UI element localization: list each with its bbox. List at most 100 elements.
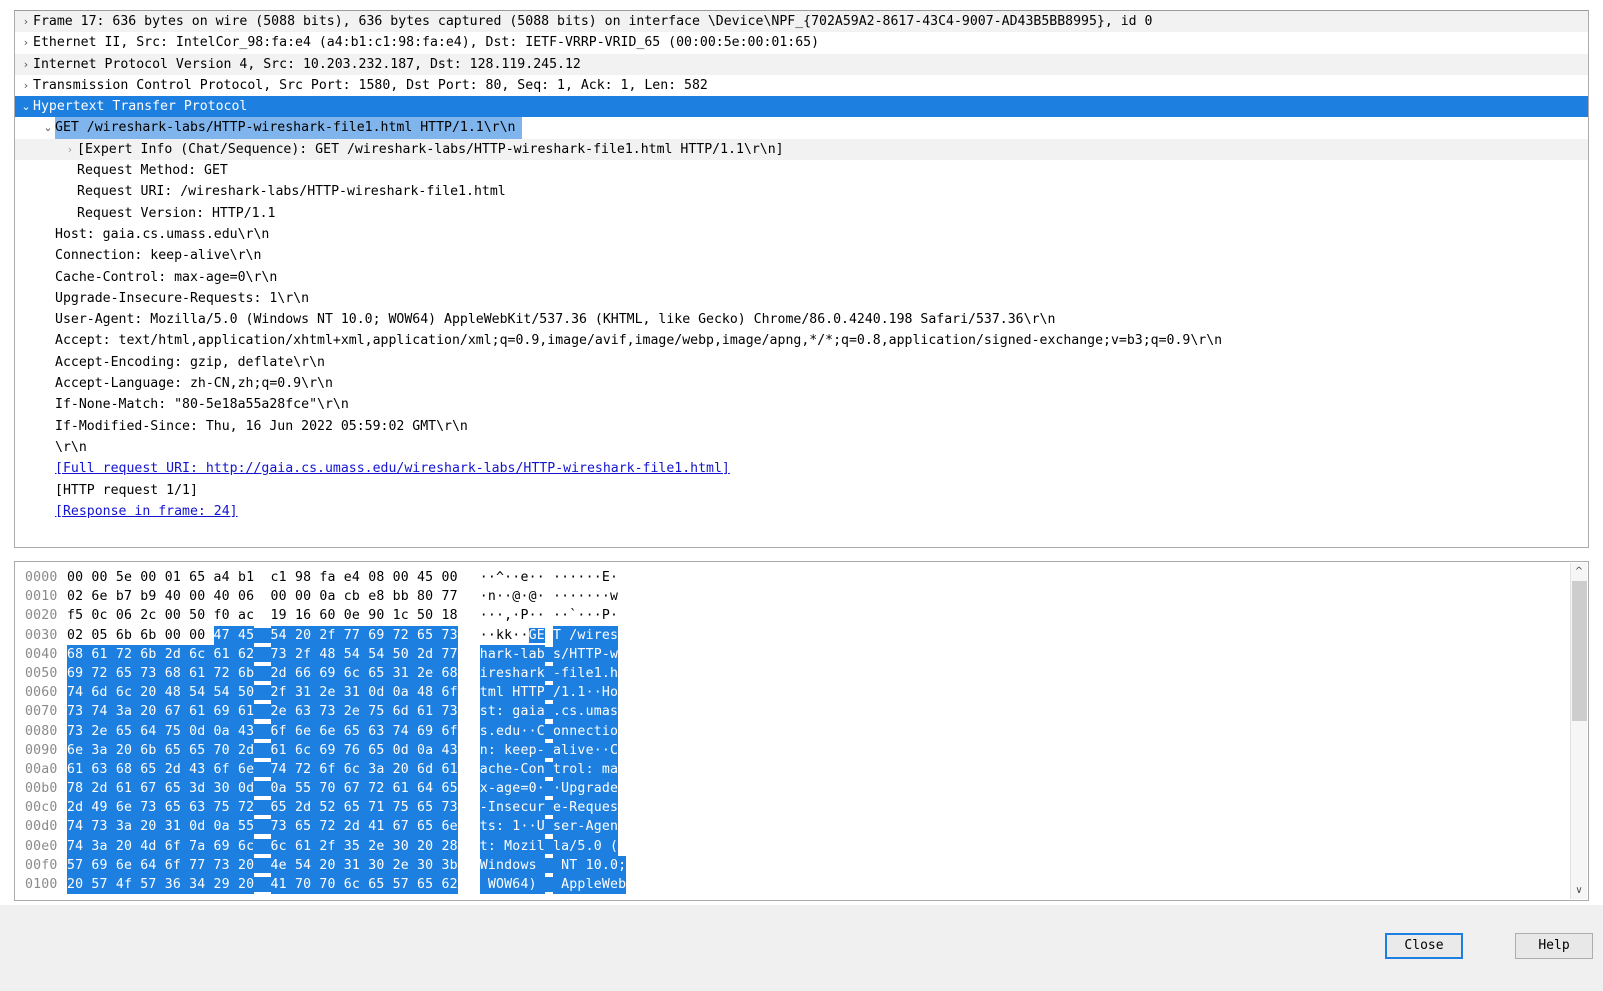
hex-byte[interactable]: 41 <box>270 875 295 895</box>
hex-byte[interactable]: 62 <box>441 875 458 895</box>
hex-byte[interactable]: 72 <box>319 817 344 837</box>
hex-byte[interactable]: f0 <box>214 606 238 625</box>
hex-byte[interactable]: 08 <box>368 568 392 587</box>
hex-byte[interactable]: fa <box>319 568 343 587</box>
hex-byte[interactable]: 20 <box>294 625 320 645</box>
ascii-column[interactable]: ts: 1··U ser-Agen <box>479 817 619 837</box>
hex-byte[interactable]: 05 <box>91 626 115 645</box>
hex-byte[interactable]: 55 <box>294 779 320 799</box>
hex-byte[interactable]: 73 <box>319 702 344 722</box>
hex-dump-row[interactable]: 0070 73 74 3a 20 67 61 69 61 2e 63 73 2e … <box>15 702 1570 722</box>
hex-byte[interactable]: ac <box>238 606 254 625</box>
detail-tree-row[interactable]: [Full request URI: http://gaia.cs.umass.… <box>15 458 1588 479</box>
hex-dump-row[interactable]: 0080 73 2e 65 64 75 0d 0a 43 6f 6e 6e 65 … <box>15 721 1570 741</box>
detail-tree-row[interactable]: [Response in frame: 24] <box>15 501 1588 522</box>
hex-byte[interactable]: 43 <box>237 721 255 741</box>
hex-byte[interactable]: 2e <box>368 836 393 856</box>
hex-byte[interactable]: 98 <box>295 568 319 587</box>
detail-tree-row[interactable]: › Internet Protocol Version 4, Src: 10.20… <box>15 53 1588 75</box>
ascii-column[interactable]: t: Mozil la/5.0 ( <box>479 836 619 856</box>
chevron-right-icon[interactable]: › <box>19 32 33 53</box>
hex-dump-row[interactable]: 0010 02 6e b7 b9 40 00 40 06 00 00 0a cb … <box>15 587 1570 606</box>
hex-byte[interactable]: 2e <box>343 702 369 722</box>
hex-byte[interactable]: bb <box>393 587 417 606</box>
close-button[interactable]: Close <box>1385 933 1463 959</box>
hex-byte[interactable]: 0c <box>91 606 115 625</box>
hex-dump-row[interactable]: 0030 02 05 6b 6b 00 00 47 45 54 20 2f 77 … <box>15 625 1570 645</box>
hex-byte[interactable]: 18 <box>441 606 457 625</box>
hex-byte[interactable]: 48 <box>417 683 442 703</box>
hex-byte[interactable]: 64 <box>140 721 165 741</box>
hex-byte[interactable]: 6b <box>140 644 165 664</box>
hex-byte[interactable]: 2d <box>91 779 116 799</box>
hex-byte[interactable]: 73 <box>441 625 458 645</box>
chevron-right-icon[interactable]: › <box>19 75 33 96</box>
hex-byte[interactable]: 0d <box>392 740 418 760</box>
hex-byte[interactable]: 75 <box>392 798 418 818</box>
hex-byte[interactable]: 77 <box>441 644 458 664</box>
hex-byte[interactable]: 72 <box>213 663 238 684</box>
hex-byte[interactable]: 60 <box>319 606 343 625</box>
detail-tree-row[interactable]: ⌄ GET /wireshark-labs/HTTP-wireshark-file… <box>15 117 1588 139</box>
ascii-column[interactable]: s.edu··C onnectio <box>479 721 619 741</box>
hex-dump-row[interactable]: 00d0 74 73 3a 20 31 0d 0a 55 73 65 72 2d … <box>15 817 1570 837</box>
detail-tree-row[interactable]: › Transmission Control Protocol, Src Port… <box>15 75 1588 96</box>
hex-byte[interactable]: 48 <box>319 644 344 664</box>
hex-byte[interactable]: 2d <box>343 817 369 837</box>
hex-byte[interactable]: 0a <box>270 779 295 799</box>
hex-byte[interactable]: 20 <box>115 740 141 760</box>
hex-byte[interactable]: 69 <box>67 663 92 684</box>
hex-byte[interactable]: 0d <box>237 779 255 799</box>
hex-byte[interactable]: 6c <box>189 644 214 664</box>
hex-byte[interactable]: 61 <box>441 759 458 780</box>
hex-byte[interactable]: b1 <box>238 568 254 587</box>
hex-byte[interactable]: 2f <box>294 644 320 664</box>
chevron-right-icon[interactable]: › <box>19 54 33 75</box>
hex-byte[interactable]: 57 <box>140 875 165 895</box>
hex-byte[interactable]: 31 <box>343 683 369 703</box>
hex-byte[interactable]: 2e <box>392 855 418 876</box>
detail-tree-row[interactable]: If-None-Match: "80-5e18a55a28fce"\r\n <box>15 394 1588 415</box>
packet-bytes-pane[interactable]: 0000 00 00 5e 00 01 65 a4 b1 c1 98 fa e4 … <box>14 561 1589 901</box>
hex-byte[interactable]: 2d <box>417 644 442 664</box>
hex-byte[interactable]: 6d <box>417 759 442 780</box>
hex-byte[interactable]: 31 <box>343 855 369 876</box>
ascii-column[interactable]: st: gaia .cs.umas <box>479 702 619 722</box>
detail-tree-row[interactable]: Cache-Control: max-age=0\r\n <box>15 267 1588 288</box>
hex-byte[interactable]: 0d <box>189 817 214 837</box>
hex-byte[interactable]: 02 <box>67 626 91 645</box>
hex-byte[interactable]: 73 <box>91 817 116 837</box>
hex-byte[interactable]: 00 <box>189 587 213 606</box>
hex-byte[interactable]: 72 <box>115 644 141 664</box>
hex-byte[interactable]: a4 <box>214 568 238 587</box>
hex-byte[interactable]: 61 <box>237 702 255 722</box>
detail-tree-row[interactable]: › [Expert Info (Chat/Sequence): GET /wire… <box>15 138 1588 161</box>
hex-byte[interactable]: 01 <box>165 568 189 587</box>
hex-byte[interactable]: 64 <box>417 779 442 799</box>
hex-byte[interactable]: 76 <box>343 740 369 760</box>
help-button[interactable]: Help <box>1515 933 1593 959</box>
hex-byte[interactable]: 6d <box>91 683 116 703</box>
hex-byte[interactable]: 68 <box>441 663 458 684</box>
hex-byte[interactable]: 6c <box>343 663 369 684</box>
hex-byte[interactable]: 30 <box>417 855 442 876</box>
hex-byte[interactable]: 00 <box>189 626 213 645</box>
hex-byte[interactable]: 57 <box>67 855 92 876</box>
scrollbar-thumb[interactable] <box>1572 581 1587 721</box>
hex-byte[interactable]: 2e <box>91 721 116 741</box>
hex-byte[interactable]: 2f <box>270 683 295 703</box>
hex-byte[interactable]: 65 <box>115 663 141 684</box>
hex-byte[interactable]: 65 <box>417 817 442 837</box>
hex-byte[interactable]: 65 <box>441 779 458 799</box>
detail-tree-row[interactable]: › Frame 17: 636 bytes on wire (5088 bits)… <box>15 11 1588 33</box>
hex-byte[interactable]: 57 <box>392 875 418 895</box>
hex-byte[interactable]: 70 <box>319 779 344 799</box>
hex-byte[interactable]: f5 <box>67 606 91 625</box>
hex-byte[interactable]: 65 <box>189 740 214 760</box>
hex-byte[interactable]: 74 <box>67 683 92 703</box>
hex-byte[interactable]: 31 <box>392 663 418 684</box>
hex-byte[interactable]: 69 <box>368 625 393 645</box>
detail-tree-row[interactable]: Accept-Language: zh-CN,zh;q=0.9\r\n <box>15 373 1588 394</box>
hex-byte[interactable]: 40 <box>214 587 238 606</box>
hex-byte[interactable]: 2e <box>270 702 295 722</box>
